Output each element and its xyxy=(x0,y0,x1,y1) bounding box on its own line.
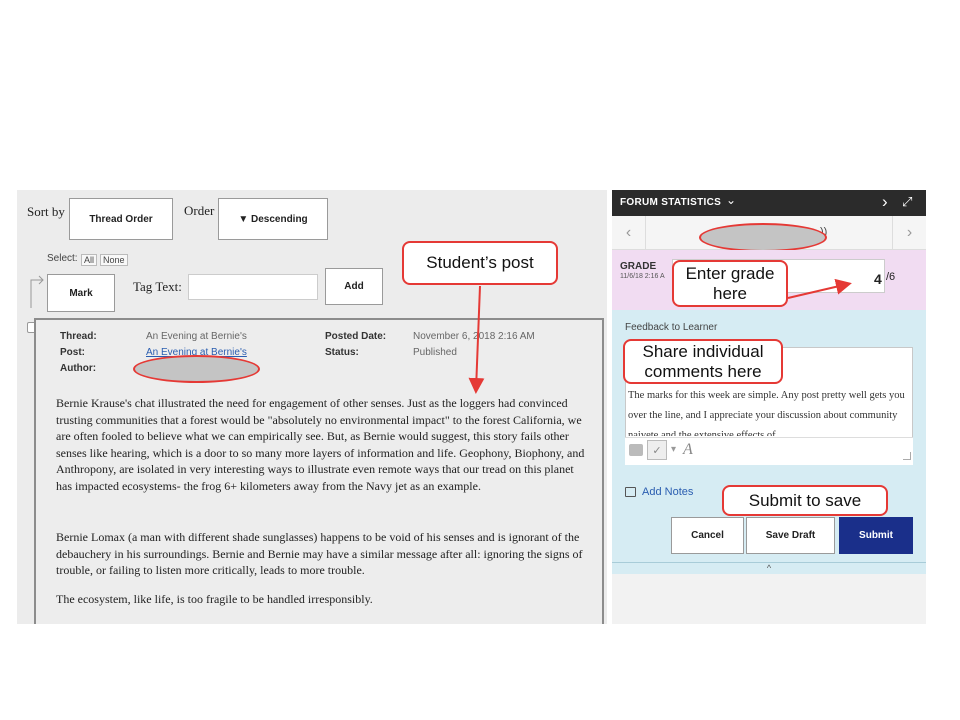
status-value: Published xyxy=(413,347,457,358)
status-label: Status: xyxy=(325,347,359,358)
thread-label: Thread: xyxy=(60,331,97,342)
add-tag-button[interactable]: Add xyxy=(325,268,383,305)
author-label: Author: xyxy=(60,363,97,374)
annotation-students-post: Student’s post xyxy=(402,241,558,285)
grade-max: /6 xyxy=(886,271,896,283)
expand-icon[interactable]: ⤢ xyxy=(902,194,912,210)
thread-value: An Evening at Bernie's xyxy=(146,331,247,342)
order-label: Order xyxy=(184,203,215,218)
save-draft-button[interactable]: Save Draft xyxy=(746,517,835,554)
toolbar-dropdown-icon[interactable]: ▾ xyxy=(671,444,676,455)
posted-date-label: Posted Date: xyxy=(325,331,387,342)
chevron-down-icon: ⌄ xyxy=(726,193,737,207)
tag-text-label: Tag Text: xyxy=(133,279,182,294)
post-label: Post: xyxy=(60,347,85,358)
grade-value: 4 xyxy=(874,271,882,287)
annotation-submit-to-save: Submit to save xyxy=(722,485,888,516)
spellcheck-icon[interactable]: ✓ xyxy=(647,440,667,460)
post-paragraph: The ecosystem, like life, is too fragile… xyxy=(56,592,373,606)
annotation-enter-grade: Enter grade here xyxy=(672,260,788,307)
notes-icon xyxy=(625,487,636,497)
forum-statistics-title: FORUM STATISTICS xyxy=(620,197,722,208)
chevron-right-icon[interactable]: › xyxy=(882,192,888,212)
editor-toolbar: ✓ ▾ A xyxy=(625,437,913,465)
posted-date-value: November 6, 2018 2:16 AM xyxy=(413,331,535,342)
order-direction-select[interactable]: ▼ Descending xyxy=(218,198,328,240)
grade-label: GRADE xyxy=(620,261,657,272)
select-none-link[interactable]: None xyxy=(100,254,128,266)
next-learner-arrow[interactable]: › xyxy=(892,216,926,250)
redacted-author-name xyxy=(133,355,260,383)
cancel-button[interactable]: Cancel xyxy=(671,517,744,554)
add-notes-link[interactable]: Add Notes xyxy=(642,486,693,498)
corner-arrow-icon xyxy=(30,275,44,308)
mark-button[interactable]: Mark xyxy=(47,274,115,312)
post-paragraph: Bernie Krause's chat illustrated the nee… xyxy=(56,396,585,493)
annotation-share-comments: Share individual comments here xyxy=(623,339,783,384)
feedback-label: Feedback to Learner xyxy=(625,322,718,333)
sort-order-select[interactable]: Thread Order xyxy=(69,198,173,240)
select-all-link[interactable]: All xyxy=(81,254,98,266)
feedback-text: The marks for this week are simple. Any … xyxy=(628,390,905,436)
previous-learner-arrow[interactable]: ‹ xyxy=(612,216,646,250)
select-label: Select: xyxy=(47,253,78,264)
post-paragraph: Bernie Lomax (a man with different shade… xyxy=(56,530,583,577)
redacted-learner-name xyxy=(699,223,827,252)
attach-icon[interactable] xyxy=(629,444,643,456)
sort-by-label: Sort by xyxy=(27,204,65,219)
submit-button[interactable]: Submit xyxy=(839,517,913,554)
grade-timestamp: 11/6/18 2:16 A xyxy=(620,273,665,280)
collapse-toggle[interactable]: ^ xyxy=(612,562,926,574)
text-format-icon[interactable]: A xyxy=(683,441,693,459)
resize-handle-icon[interactable] xyxy=(903,452,911,460)
tag-text-input[interactable] xyxy=(188,274,318,300)
forum-statistics-header[interactable]: FORUM STATISTICS ⌄ › ⤢ xyxy=(612,190,926,216)
